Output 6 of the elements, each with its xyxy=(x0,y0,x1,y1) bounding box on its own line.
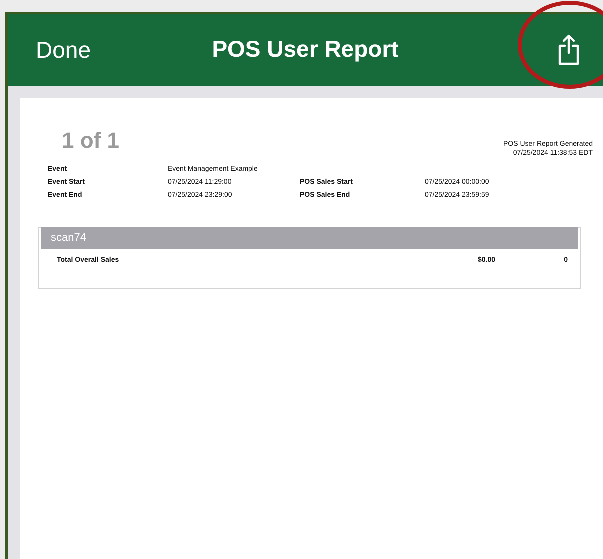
share-button[interactable] xyxy=(557,34,581,66)
share-icon xyxy=(557,34,581,66)
done-button[interactable]: Done xyxy=(36,36,91,64)
page-indicator: 1 of 1 xyxy=(62,128,120,154)
section-header: scan74 xyxy=(41,227,578,249)
nav-title: POS User Report xyxy=(212,36,399,63)
